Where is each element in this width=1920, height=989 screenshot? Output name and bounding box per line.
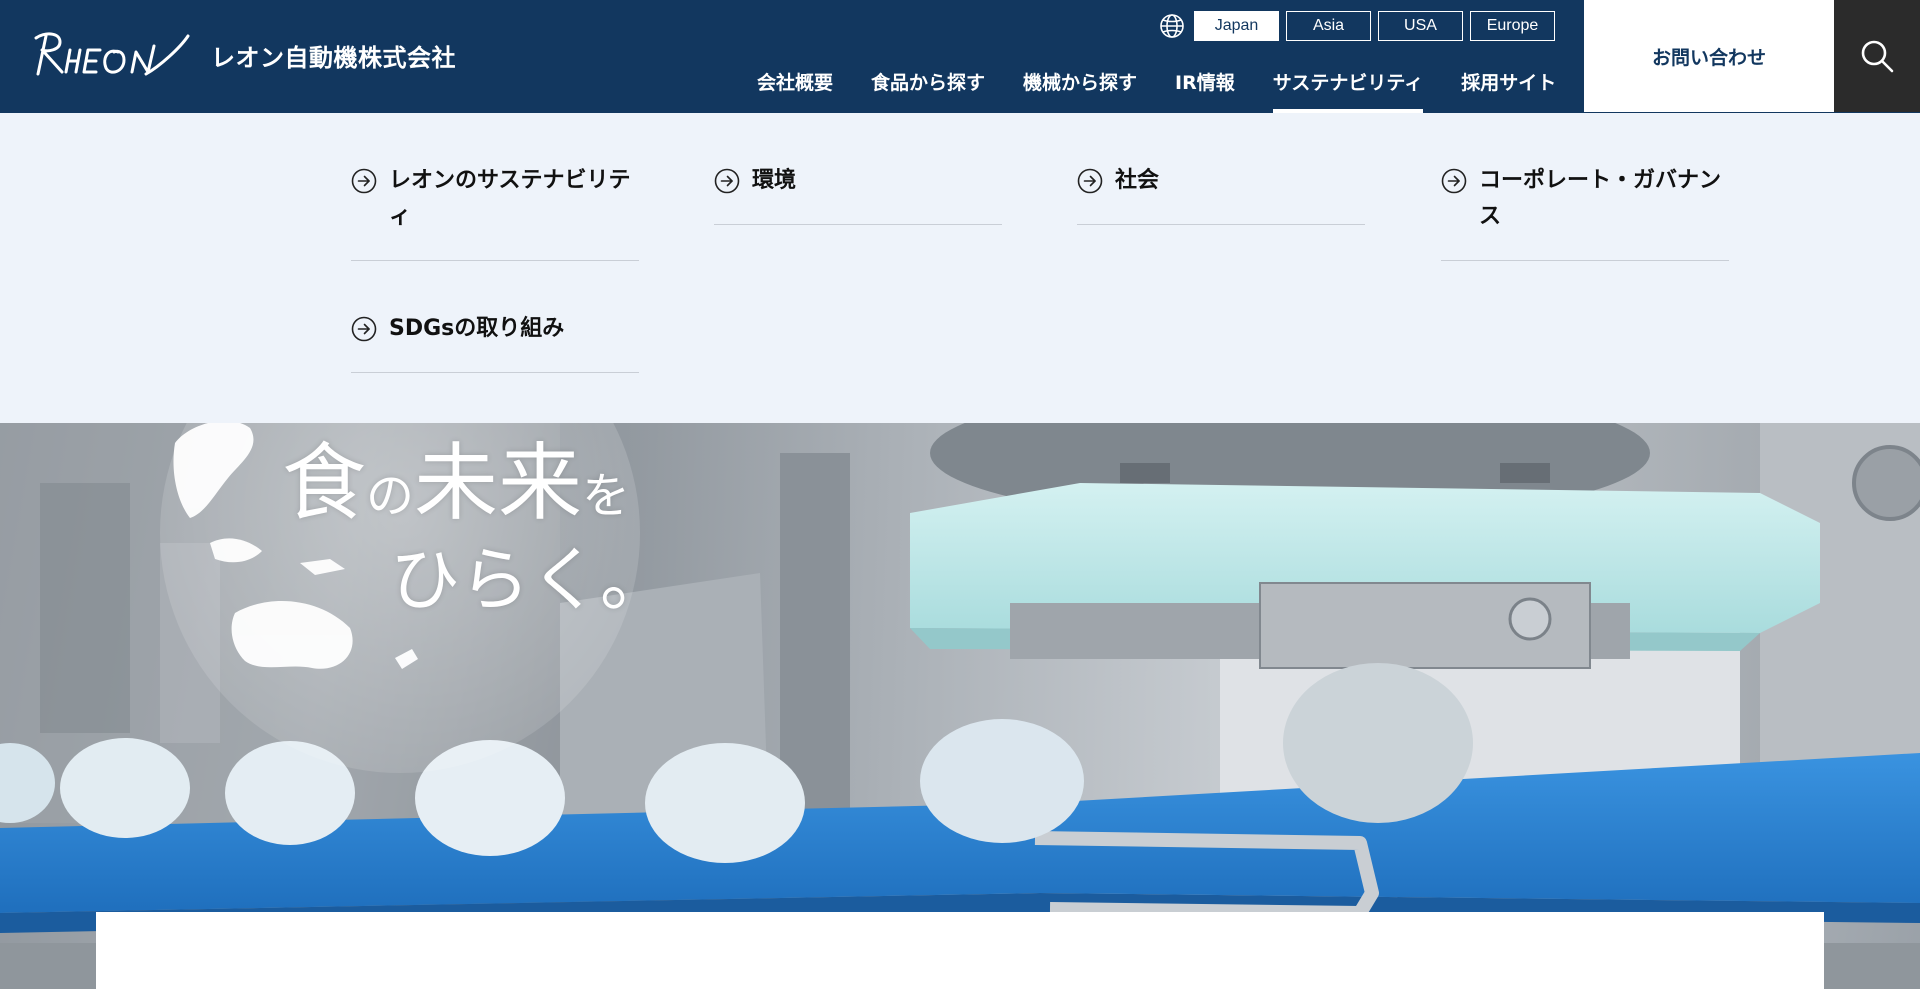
menu-item-label: 環境 [752,168,797,193]
globe-icon [1158,12,1186,40]
menu-item-label: コーポレート・ガバナンス [1479,168,1722,229]
contact-button[interactable]: お問い合わせ [1584,0,1834,112]
nav-ir[interactable]: IR情報 [1156,58,1254,113]
menu-item-label: 社会 [1115,168,1160,193]
company-name: レオン自動機株式会社 [211,44,456,72]
menu-item-rheon-sustainability[interactable]: レオンのサステナビリティ [351,113,639,261]
arrow-right-circle-icon [714,168,740,194]
hero-tagline-line1: 食の未来を [282,434,631,532]
nav-recruit[interactable]: 採用サイト [1442,58,1575,113]
lang-japan[interactable]: Japan [1194,11,1279,41]
site-header: レオン自動機株式会社 Japan Asia USA Europe 会社概要 食品… [0,0,1920,113]
search-icon [1861,40,1894,73]
lang-usa[interactable]: USA [1378,11,1463,41]
menu-item-label: レオンのサステナビリティ [389,168,631,229]
lang-asia[interactable]: Asia [1286,11,1371,41]
lang-europe[interactable]: Europe [1470,11,1555,41]
arrow-right-circle-icon [1441,168,1467,194]
menu-item-society[interactable]: 社会 [1077,113,1365,225]
menu-item-environment[interactable]: 環境 [714,113,1002,225]
menu-item-label: SDGsの取り組み [389,316,565,341]
nav-search-by-food[interactable]: 食品から探す [852,58,1004,113]
menu-item-sdgs[interactable]: SDGsの取り組み [351,261,639,373]
language-switcher: Japan Asia USA Europe [1158,11,1562,41]
main-nav: 会社概要 食品から探す 機械から探す IR情報 サステナビリティ 採用サイト [738,58,1575,113]
nav-company[interactable]: 会社概要 [738,58,852,113]
sustainability-mega-menu: レオンのサステナビリティ 環境 社会 コーポレート・ガバナンス SDGsの取り組… [0,113,1920,423]
rheon-logo[interactable] [30,28,192,84]
search-button[interactable] [1834,0,1920,112]
nav-sustainability[interactable]: サステナビリティ [1254,58,1442,113]
content-card [96,912,1824,989]
arrow-right-circle-icon [351,316,377,342]
rheon-logo-mark [34,32,190,76]
nav-search-by-machine[interactable]: 機械から探す [1004,58,1156,113]
arrow-right-circle-icon [1077,168,1103,194]
menu-item-corporate-governance[interactable]: コーポレート・ガバナンス [1441,113,1729,261]
arrow-right-circle-icon [351,168,377,194]
hero-banner: 食の未来を ひらく。 [0,423,1920,989]
hero-tagline-line2: ひらく。 [390,539,670,621]
